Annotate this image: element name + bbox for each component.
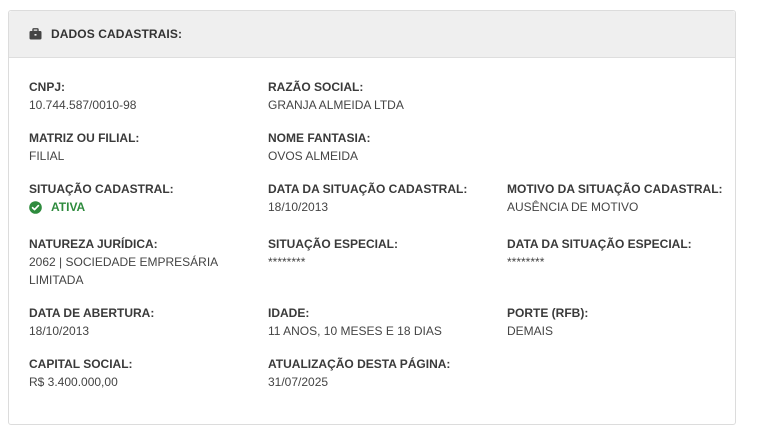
razao-social-label: RAZÃO SOCIAL: [268, 80, 364, 94]
status-badge: ATIVA [29, 200, 174, 214]
field-idade: IDADE: 11 ANOS, 10 MESES E 18 DIAS [268, 305, 442, 340]
motivo-situacao-cadastral-value: AUSÊNCIA DE MOTIVO [507, 200, 639, 214]
nome-fantasia-label: NOME FANTASIA: [268, 131, 371, 145]
situacao-cadastral-label: SITUAÇÃO CADASTRAL: [29, 182, 174, 196]
field-data-abertura: DATA DE ABERTURA: 18/10/2013 [29, 305, 154, 340]
field-natureza-juridica: NATUREZA JURÍDICA: 2062 | SOCIEDADE EMPR… [29, 236, 218, 289]
matriz-filial-label: MATRIZ OU FILIAL: [29, 131, 140, 145]
field-porte: PORTE (RFB): DEMAIS [507, 305, 588, 340]
field-capital-social: CAPITAL SOCIAL: R$ 3.400.000,00 [29, 356, 133, 391]
porte-label: PORTE (RFB): [507, 306, 589, 320]
field-matriz-filial: MATRIZ OU FILIAL: FILIAL [29, 130, 139, 165]
field-situacao-cadastral: SITUAÇÃO CADASTRAL: ATIVA [29, 181, 174, 214]
situacao-especial-value: ******** [268, 255, 306, 269]
natureza-juridica-value-line2: LIMITADA [29, 273, 84, 287]
cnpj-label: CNPJ: [29, 80, 66, 94]
company-registration-card: DADOS CADASTRAIS: CNPJ: 10.744.587/0010-… [8, 10, 736, 425]
atualizacao-value: 31/07/2025 [268, 375, 329, 389]
idade-label: IDADE: [268, 306, 310, 320]
situacao-especial-label: SITUAÇÃO ESPECIAL: [268, 237, 399, 251]
data-situacao-cadastral-label: DATA DA SITUAÇÃO CADASTRAL: [268, 182, 468, 196]
field-nome-fantasia: NOME FANTASIA: OVOS ALMEIDA [268, 130, 370, 165]
atualizacao-label: ATUALIZAÇÃO DESTA PÁGINA: [268, 357, 451, 371]
data-situacao-cadastral-value: 18/10/2013 [268, 200, 329, 214]
situacao-cadastral-value: ATIVA [51, 200, 86, 214]
idade-value: 11 ANOS, 10 MESES E 18 DIAS [268, 324, 442, 338]
capital-social-label: CAPITAL SOCIAL: [29, 357, 133, 371]
field-razao-social: RAZÃO SOCIAL: GRANJA ALMEIDA LTDA [268, 79, 404, 114]
briefcase-icon [29, 28, 42, 40]
cnpj-value: 10.744.587/0010-98 [29, 98, 137, 112]
razao-social-value: GRANJA ALMEIDA LTDA [268, 98, 404, 112]
porte-value: DEMAIS [507, 324, 554, 338]
data-situacao-especial-value: ******** [507, 255, 545, 269]
nome-fantasia-value: OVOS ALMEIDA [268, 149, 359, 163]
natureza-juridica-value-line1: 2062 | SOCIEDADE EMPRESÁRIA [29, 255, 219, 269]
field-situacao-especial: SITUAÇÃO ESPECIAL: ******** [268, 236, 398, 271]
capital-social-value: R$ 3.400.000,00 [29, 375, 118, 389]
data-abertura-label: DATA DE ABERTURA: [29, 306, 155, 320]
natureza-juridica-label: NATUREZA JURÍDICA: [29, 237, 158, 251]
field-motivo-situacao-cadastral: MOTIVO DA SITUAÇÃO CADASTRAL: AUSÊNCIA D… [507, 181, 723, 216]
card-title: DADOS CADASTRAIS: [51, 27, 183, 41]
check-circle-icon [29, 200, 42, 214]
data-situacao-especial-label: DATA DA SITUAÇÃO ESPECIAL: [507, 237, 692, 251]
field-data-situacao-cadastral: DATA DA SITUAÇÃO CADASTRAL: 18/10/2013 [268, 181, 467, 216]
motivo-situacao-cadastral-label: MOTIVO DA SITUAÇÃO CADASTRAL: [507, 182, 723, 196]
field-cnpj: CNPJ: 10.744.587/0010-98 [29, 79, 136, 114]
data-abertura-value: 18/10/2013 [29, 324, 90, 338]
card-header: DADOS CADASTRAIS: [9, 11, 735, 58]
field-data-situacao-especial: DATA DA SITUAÇÃO ESPECIAL: ******** [507, 236, 692, 271]
field-atualizacao: ATUALIZAÇÃO DESTA PÁGINA: 31/07/2025 [268, 356, 450, 391]
matriz-filial-value: FILIAL [29, 149, 65, 163]
